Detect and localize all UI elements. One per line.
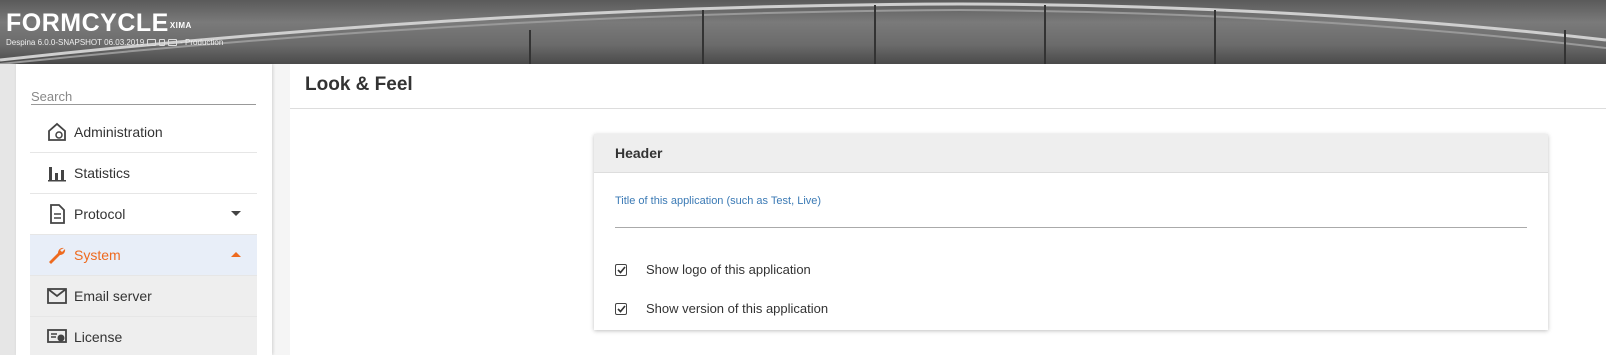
brand: FORMCYCLEXIMA Despina 6.0.0-SNAPSHOT 06.…: [6, 10, 223, 47]
server-icon: [168, 39, 178, 46]
checkmark-icon: [616, 304, 626, 313]
admin-house-icon: [46, 121, 68, 143]
brand-name: FORMCYCLE: [6, 9, 169, 37]
brand-title: FORMCYCLEXIMA: [6, 10, 223, 36]
app-title-underline: [615, 227, 1527, 228]
show-logo-checkbox[interactable]: [615, 263, 627, 276]
chevron-down-icon[interactable]: [231, 211, 241, 216]
version-info: Despina 6.0.0-SNAPSHOT 06.03.2019 - Prod…: [6, 38, 223, 47]
sidebar-item-statistics[interactable]: Statistics: [30, 153, 257, 194]
app-title-field-label: Title of this application (such as Test,…: [615, 195, 822, 207]
page-title: Look & Feel: [305, 74, 413, 95]
brand-superscript: XIMA: [169, 21, 192, 30]
environment-text: - Production: [180, 38, 224, 47]
wrench-icon: [46, 244, 68, 266]
checkmark-icon: [616, 265, 626, 274]
search-input[interactable]: [31, 89, 256, 104]
sidebar-item-label: Statistics: [74, 165, 131, 181]
title-divider: [290, 108, 1606, 109]
license-badge-icon: [46, 326, 68, 348]
sidebar-item-email-server[interactable]: Email server: [30, 276, 257, 317]
sidebar-item-license[interactable]: License: [30, 317, 257, 355]
sidebar-item-administration[interactable]: Administration: [30, 112, 257, 153]
sidebar-item-system[interactable]: System: [30, 235, 257, 276]
panel-title: Header: [594, 134, 1548, 173]
main-content: Look & Feel Header Title of this applica…: [290, 64, 1606, 355]
database-icon: [159, 39, 166, 46]
show-version-checkbox[interactable]: [615, 302, 627, 315]
banner-background-image: [0, 2, 1606, 64]
show-version-option[interactable]: Show version of this application: [615, 301, 828, 316]
left-gutter: [0, 64, 16, 355]
bar-chart-icon: [46, 162, 68, 184]
sidebar-item-label: System: [74, 247, 121, 263]
document-icon: [46, 203, 68, 225]
show-logo-option[interactable]: Show logo of this application: [615, 262, 811, 277]
version-text: Despina 6.0.0-SNAPSHOT 06.03.2019: [6, 38, 145, 47]
show-logo-label: Show logo of this application: [646, 262, 811, 277]
sidebar-item-label: Protocol: [74, 206, 126, 222]
sidebar: Administration Statistics Protocol Syste…: [16, 64, 272, 355]
sidebar-item-protocol[interactable]: Protocol: [30, 194, 257, 235]
header-banner: FORMCYCLEXIMA Despina 6.0.0-SNAPSHOT 06.…: [0, 0, 1606, 64]
app-title-input[interactable]: [615, 210, 1527, 226]
sidebar-item-label: Administration: [74, 124, 163, 140]
header-settings-panel: Header Title of this application (such a…: [594, 134, 1548, 330]
chevron-up-icon[interactable]: [231, 252, 241, 257]
envelope-icon: [46, 285, 68, 307]
sidebar-nav: Administration Statistics Protocol Syste…: [30, 112, 257, 355]
monitor-icon: [147, 39, 157, 46]
search-wrapper: [31, 88, 256, 105]
sidebar-item-label: Email server: [74, 288, 152, 304]
sidebar-item-label: License: [74, 329, 123, 345]
show-version-label: Show version of this application: [646, 301, 829, 316]
